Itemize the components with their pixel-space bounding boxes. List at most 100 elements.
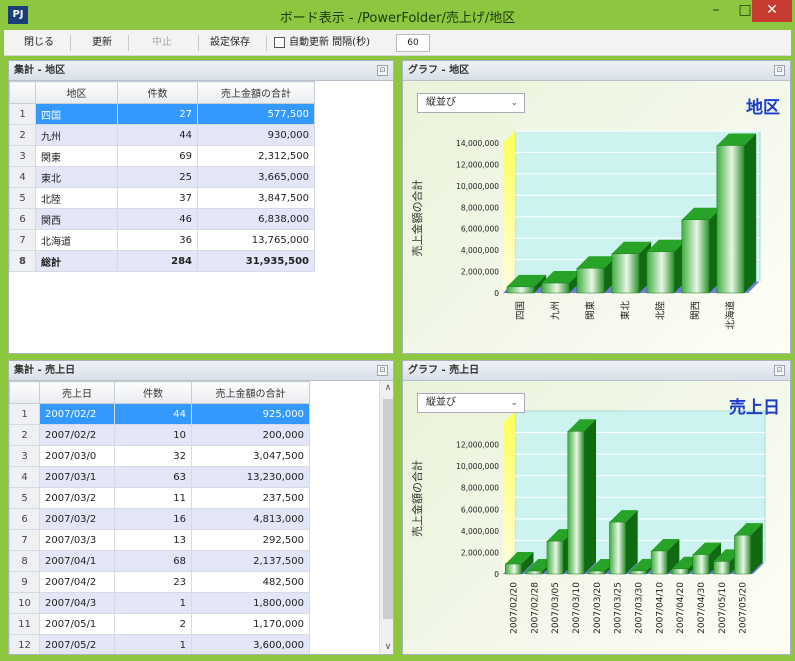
table-row[interactable]: 12 2007/05/2 1 3,600,000 [9, 634, 310, 654]
table-row[interactable]: 4 東北 25 3,665,000 [9, 166, 315, 188]
cell-count: 37 [117, 187, 198, 209]
region-table-pane: 集計 - 地区 ⊡ 地区 件数 売上金額の合計 1 四国 27 577,500 2 九州 4… [8, 60, 394, 354]
table-row[interactable]: 6 関西 46 6,838,000 [9, 208, 315, 230]
table-row[interactable]: 6 2007/03/2 16 4,813,000 [9, 508, 310, 530]
table-row[interactable]: 5 2007/03/2 11 237,500 [9, 487, 310, 509]
scrollbar-thumb[interactable] [383, 399, 393, 619]
table-row[interactable]: 8 2007/04/1 68 2,137,500 [9, 550, 310, 572]
vertical-scrollbar[interactable]: ∧ ∨ [379, 381, 393, 654]
row-number: 8 [9, 550, 40, 572]
close-window-button[interactable]: ✕ [752, 0, 792, 22]
cell-count: 36 [117, 229, 198, 251]
bar [611, 253, 640, 294]
bar [692, 554, 710, 575]
column-header[interactable]: 売上金額の合計 [191, 381, 310, 404]
row-number: 9 [9, 571, 40, 593]
chart-layout-dropdown[interactable]: 縦並び ⌄ [417, 93, 525, 113]
dropdown-value: 縦並び [426, 397, 456, 408]
column-header[interactable]: 売上日 [39, 381, 115, 404]
region-chart-pane-title: グラフ - 地区 [403, 61, 790, 81]
cell-name: 東北 [35, 166, 118, 188]
date-grid: 売上日 件数 売上金額の合計 1 2007/02/2 44 925,000 2 2007/… [9, 381, 310, 654]
cell-count: 68 [114, 550, 192, 572]
table-row[interactable]: 9 2007/04/2 23 482,500 [9, 571, 310, 593]
x-tick-label: 2007/04/30 [697, 582, 707, 634]
chart-title: 地区 [746, 98, 780, 118]
row-number: 7 [9, 529, 40, 551]
y-tick-label: 2,000,000 [461, 268, 499, 277]
pane-close-icon[interactable]: ⊡ [377, 65, 388, 76]
cell-name: 北海道 [35, 229, 118, 251]
cell-name: 北陸 [35, 187, 118, 209]
y-tick-label: 12,000,000 [456, 441, 499, 450]
toolbar: 閉じる 更新 中止 設定保存 自動更新 間隔(秒) 60 [4, 30, 791, 56]
chart-layout-dropdown[interactable]: 縦並び ⌄ [417, 393, 525, 413]
pane-close-icon[interactable]: ⊡ [774, 365, 785, 376]
auto-refresh-checkbox[interactable] [274, 37, 285, 48]
minimize-button[interactable]: – [702, 0, 730, 22]
table-row[interactable]: 11 2007/05/1 2 1,170,000 [9, 613, 310, 635]
window-title: ボード表示 - /PowerFolder/売上げ/地区 [279, 11, 516, 26]
table-header-row: 地区 件数 売上金額の合計 [9, 81, 315, 104]
table-row[interactable]: 1 四国 27 577,500 [9, 103, 315, 125]
y-tick-label: 6,000,000 [461, 225, 499, 234]
cell-amount: 3,665,000 [197, 166, 315, 188]
interval-input[interactable]: 60 [396, 34, 430, 52]
y-tick-label: 4,000,000 [461, 527, 499, 536]
cell-amount: 13,230,000 [191, 466, 310, 488]
x-tick-label: 2007/04/10 [655, 582, 665, 634]
pane-close-icon[interactable]: ⊡ [774, 65, 785, 76]
y-tick-label: 12,000,000 [456, 160, 499, 169]
table-row[interactable]: 4 2007/03/1 63 13,230,000 [9, 466, 310, 488]
cell-count: 69 [117, 145, 198, 167]
row-number-header [9, 381, 40, 404]
row-number: 6 [9, 208, 36, 230]
x-tick-label: 北海道 [725, 301, 737, 330]
table-row[interactable]: 1 2007/02/2 44 925,000 [9, 403, 310, 425]
auto-refresh-label: 自動更新 間隔(秒) [289, 37, 370, 48]
toolbar-separator [70, 35, 71, 51]
row-number: 1 [9, 403, 40, 425]
cell-amount: 4,813,000 [191, 508, 310, 530]
x-tick-label: 2007/02/20 [509, 582, 519, 634]
column-header[interactable]: 売上金額の合計 [197, 81, 315, 104]
table-row[interactable]: 8 総計 284 31,935,500 [9, 250, 315, 272]
row-number: 6 [9, 508, 40, 530]
save-settings-button[interactable]: 設定保存 [210, 34, 250, 52]
bar [525, 570, 543, 575]
close-button[interactable]: 閉じる [24, 34, 54, 52]
x-tick-label: 2007/03/25 [614, 582, 624, 634]
table-row[interactable]: 10 2007/04/3 1 1,800,000 [9, 592, 310, 614]
table-row[interactable]: 3 2007/03/0 32 3,047,500 [9, 445, 310, 467]
column-header[interactable]: 件数 [114, 381, 192, 404]
table-row[interactable]: 7 北海道 36 13,765,000 [9, 229, 315, 251]
stop-button[interactable]: 中止 [152, 34, 172, 52]
toolbar-separator [128, 35, 129, 51]
table-row[interactable]: 2 2007/02/2 10 200,000 [9, 424, 310, 446]
scroll-up-icon[interactable]: ∧ [380, 383, 393, 393]
x-tick-label: 2007/03/10 [572, 582, 582, 634]
x-tick-label: 関東 [585, 301, 597, 321]
cell-name: 四国 [35, 103, 118, 125]
column-header[interactable]: 地区 [35, 81, 118, 104]
cell-amount: 2,137,500 [191, 550, 310, 572]
pane-close-icon[interactable]: ⊡ [377, 365, 388, 376]
x-tick-label: 2007/05/10 [718, 582, 728, 634]
y-tick-label: 6,000,000 [461, 505, 499, 514]
scroll-down-icon[interactable]: ∨ [380, 642, 393, 652]
toolbar-separator [266, 35, 267, 51]
table-row[interactable]: 7 2007/03/3 13 292,500 [9, 529, 310, 551]
table-row[interactable]: 2 九州 44 930,000 [9, 124, 315, 146]
cell-name: 2007/04/3 [39, 592, 115, 614]
table-row[interactable]: 3 関東 69 2,312,500 [9, 145, 315, 167]
x-tick-label: 2007/03/20 [593, 582, 603, 634]
refresh-button[interactable]: 更新 [92, 34, 112, 52]
chart-title: 売上日 [729, 398, 780, 418]
row-number: 11 [9, 613, 40, 635]
cell-count: 284 [117, 250, 198, 272]
toolbar-separator [198, 35, 199, 51]
y-tick-label: 0 [494, 570, 499, 579]
column-header[interactable]: 件数 [117, 81, 198, 104]
table-row[interactable]: 5 北陸 37 3,847,500 [9, 187, 315, 209]
y-tick-label: 8,000,000 [461, 203, 499, 212]
